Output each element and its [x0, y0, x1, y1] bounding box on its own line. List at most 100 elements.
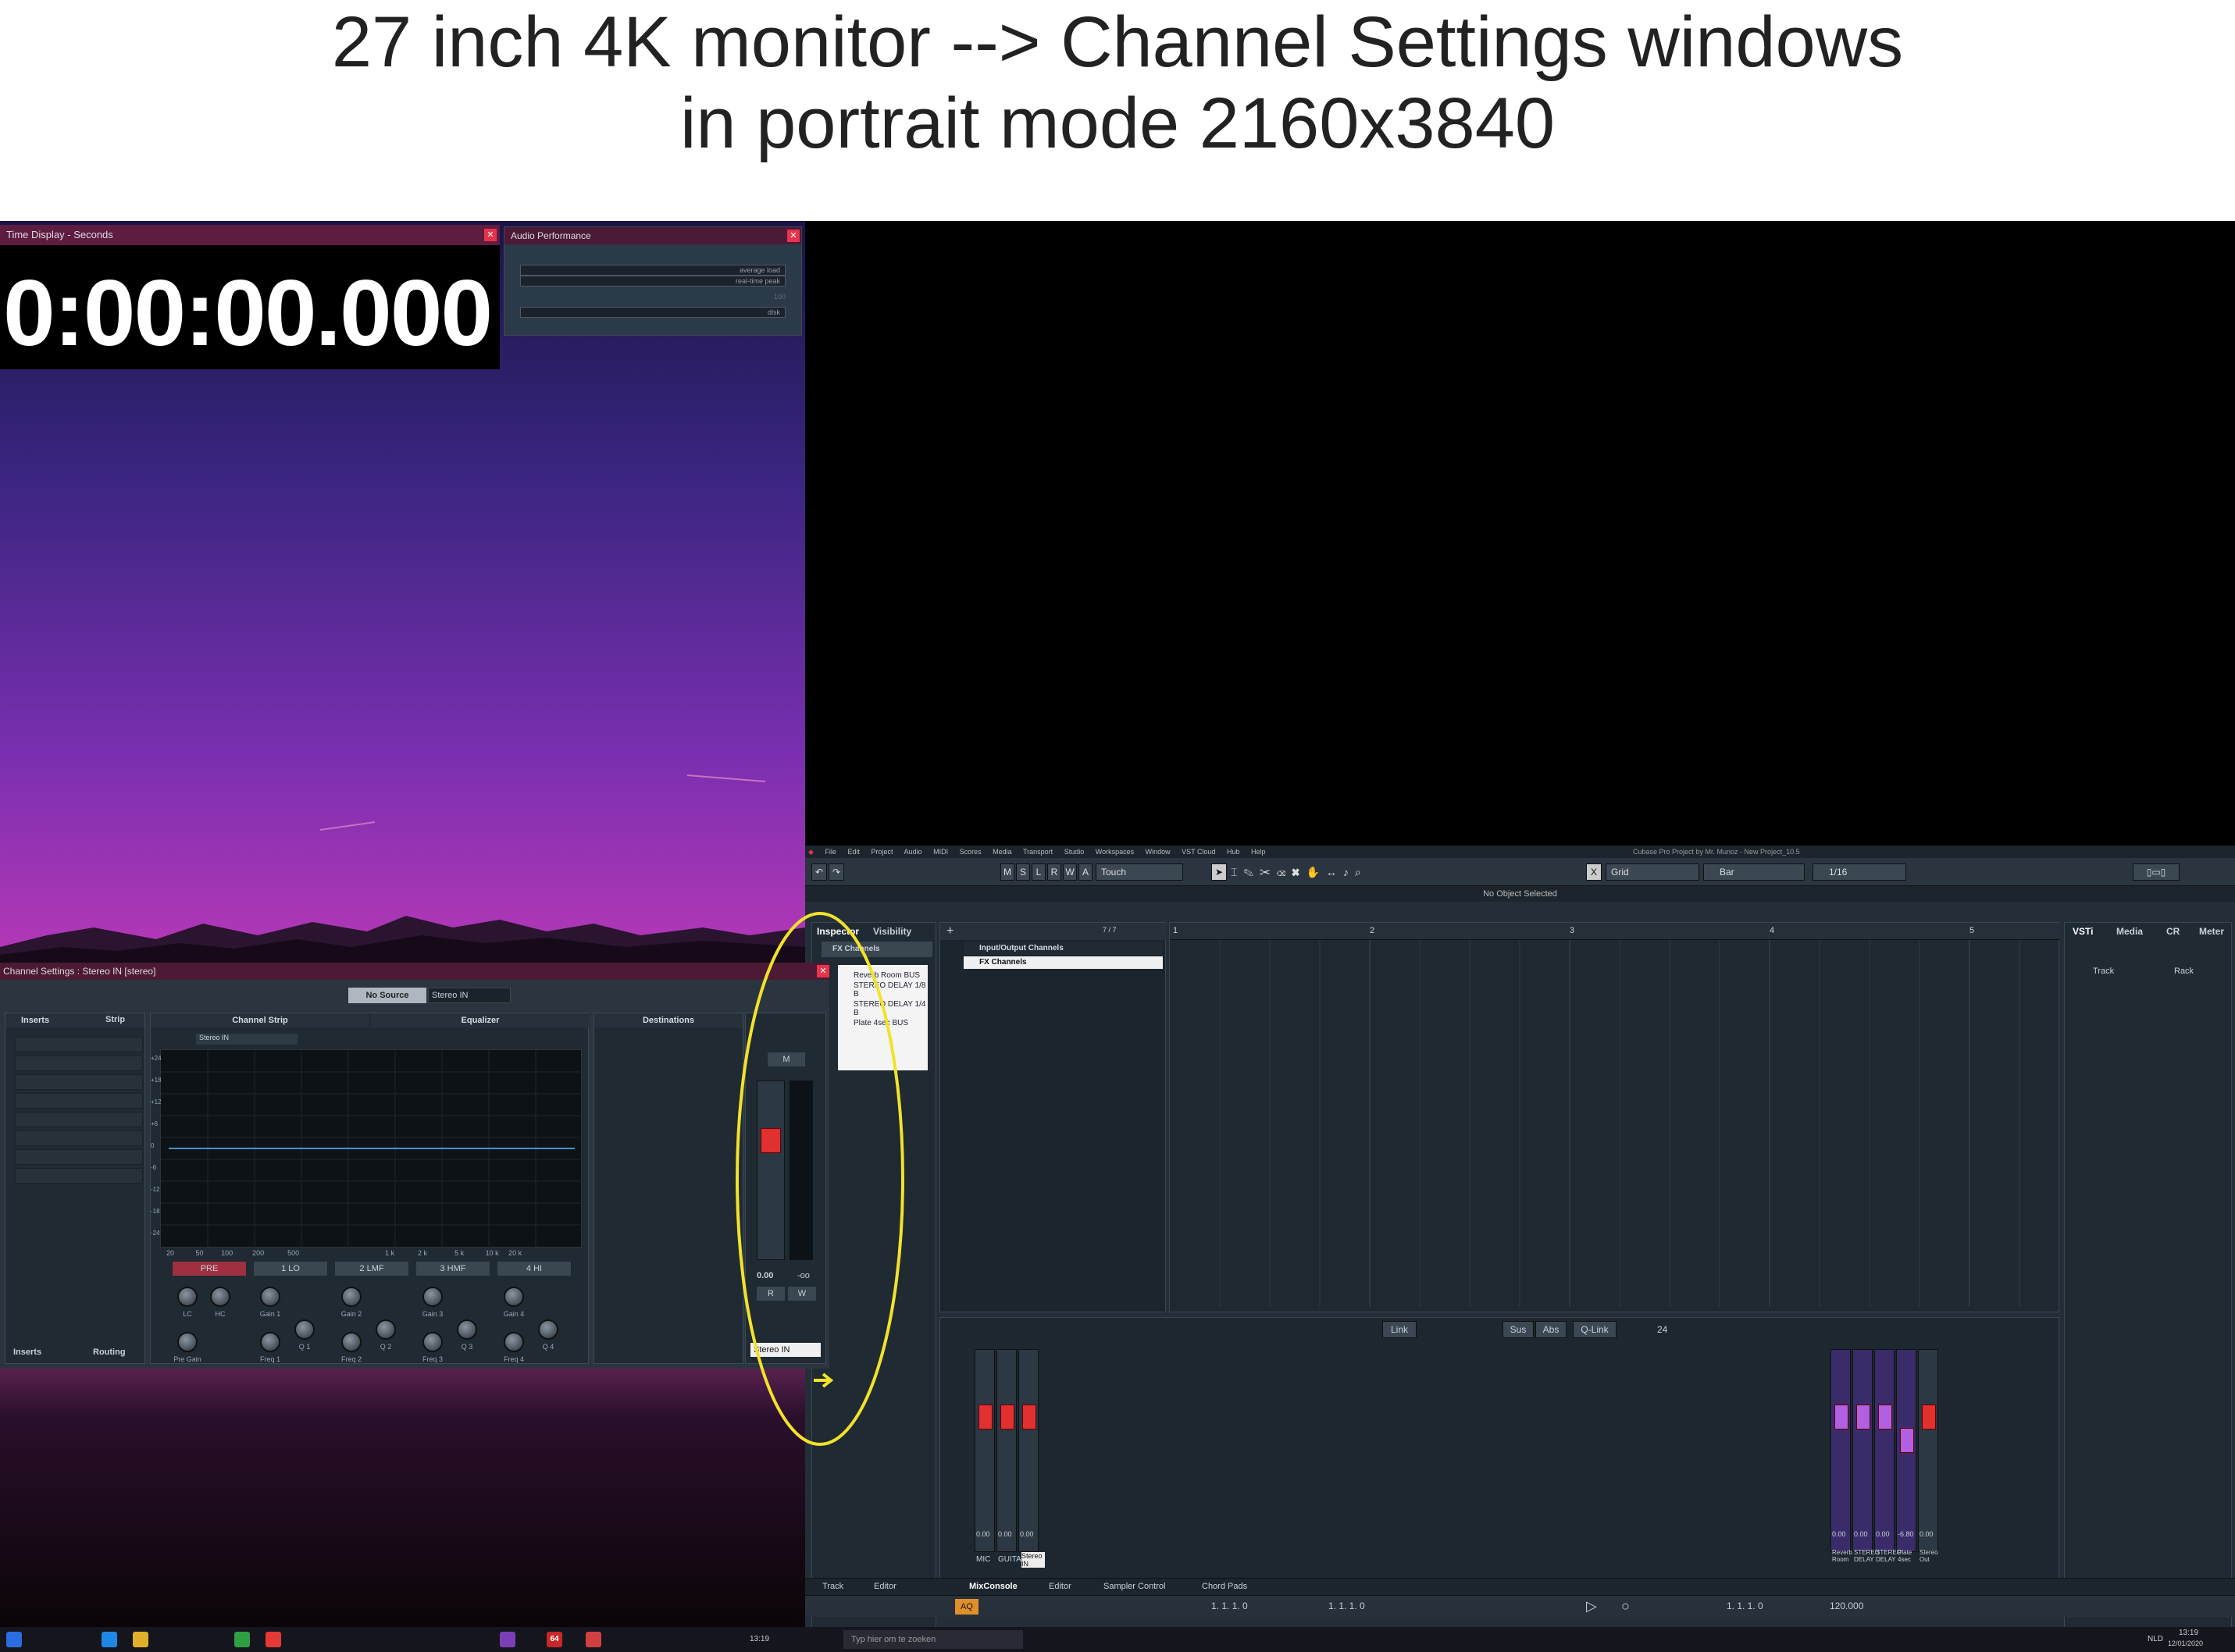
insert-slot[interactable] — [15, 1056, 143, 1071]
track-input-output[interactable]: Input/Output Channels — [964, 942, 1163, 955]
solo-button[interactable]: S — [1016, 863, 1030, 881]
gain-3-knob[interactable] — [422, 1287, 443, 1307]
no-source-button[interactable]: No Source — [348, 988, 426, 1003]
tab-sampler-control[interactable]: Sampler Control — [1103, 1582, 1165, 1591]
insert-slot[interactable] — [15, 1149, 143, 1165]
grid-type-select[interactable]: Grid — [1606, 863, 1699, 881]
primary-time-display[interactable]: 1. 1. 1. 0 — [1727, 1600, 1763, 1611]
write-button[interactable]: W — [1063, 863, 1077, 881]
track-fx-channels[interactable]: FX Channels — [964, 956, 1163, 969]
snap-icon[interactable]: X — [1586, 863, 1602, 881]
channel-strip-stereo-out[interactable] — [1918, 1349, 1938, 1552]
tempo-display[interactable]: 120.000 — [1830, 1600, 1863, 1611]
band-1-lo[interactable]: 1 LO — [254, 1262, 327, 1276]
channel-strip-header[interactable]: Channel Strip — [151, 1013, 369, 1027]
object-select-icon[interactable]: ➤ — [1211, 863, 1227, 881]
menu-studio[interactable]: Studio — [1064, 848, 1085, 856]
fader-handle[interactable] — [1878, 1405, 1892, 1429]
undo-icon[interactable]: ↶ — [811, 863, 827, 881]
grid-value-select[interactable]: Bar — [1703, 863, 1805, 881]
channel-strip-stereo-in[interactable] — [1018, 1349, 1039, 1552]
destinations-header[interactable]: Destinations — [594, 1013, 743, 1027]
menu-hub[interactable]: Hub — [1227, 848, 1240, 856]
automation-button[interactable]: A — [1078, 863, 1093, 881]
channel-strip-stereo-delay-2[interactable] — [1874, 1349, 1895, 1552]
q-2-knob[interactable] — [376, 1319, 396, 1340]
pre-band-button[interactable]: PRE — [173, 1262, 246, 1276]
app-64-icon[interactable]: 64 — [547, 1632, 562, 1647]
close-icon[interactable]: ✕ — [787, 230, 800, 242]
tab-routing-bottom[interactable]: Routing — [93, 1348, 126, 1357]
tab-mixconsole[interactable]: MixConsole — [969, 1582, 1018, 1591]
gain-1-knob[interactable] — [260, 1287, 280, 1307]
taskbar-search[interactable]: Typ hier om te zoeken — [843, 1630, 1023, 1649]
insert-slot[interactable] — [15, 1037, 143, 1052]
close-icon[interactable]: ✕ — [484, 229, 497, 241]
quantize-select[interactable]: 1/16 — [1813, 863, 1906, 881]
eq-curve-display[interactable] — [160, 1049, 583, 1248]
project-arrange-area[interactable]: 1 2 3 4 5 — [1169, 922, 2060, 1312]
q-1-knob[interactable] — [294, 1319, 315, 1340]
insert-slot[interactable] — [15, 1130, 143, 1146]
menu-midi[interactable]: MIDI — [933, 848, 948, 856]
link-button[interactable]: Link — [1382, 1321, 1417, 1338]
fader-handle[interactable] — [1834, 1405, 1848, 1429]
tab-inserts-bottom[interactable]: Inserts — [13, 1348, 41, 1357]
play-icon[interactable]: ▷ — [1586, 1598, 1597, 1615]
channel-strip-stereo-delay-1[interactable] — [1852, 1349, 1873, 1552]
edge-icon[interactable] — [102, 1632, 117, 1647]
tab-meter[interactable]: Meter — [2199, 926, 2224, 937]
windows-start-icon[interactable] — [6, 1632, 22, 1647]
channel-strip-plate-4sec[interactable] — [1896, 1349, 1916, 1552]
freq-3-knob[interactable] — [422, 1332, 443, 1352]
rack-track-label[interactable]: Track — [2093, 967, 2114, 976]
menu-file[interactable]: File — [825, 848, 836, 856]
pre-gain-knob[interactable] — [177, 1332, 198, 1352]
channel-settings-titlebar[interactable]: Channel Settings : Stereo IN [stereo] — [0, 963, 829, 980]
q-3-knob[interactable] — [457, 1319, 477, 1340]
band-4-hi[interactable]: 4 HI — [497, 1262, 571, 1276]
insert-slot[interactable] — [15, 1168, 143, 1184]
channel-strip-reverb-room[interactable] — [1830, 1349, 1851, 1552]
freq-2-knob[interactable] — [341, 1332, 362, 1352]
redo-icon[interactable]: ↷ — [829, 863, 844, 881]
fader-handle[interactable] — [1856, 1405, 1870, 1429]
cubase-project-window[interactable]: ◆ File Edit Project Audio MIDI Scores Me… — [805, 846, 2235, 1640]
audio-performance-titlebar[interactable]: Audio Performance — [504, 227, 801, 244]
fader-handle[interactable] — [1000, 1405, 1014, 1429]
hc-knob[interactable] — [210, 1287, 230, 1307]
band-2-lmf[interactable]: 2 LMF — [335, 1262, 408, 1276]
chrome-icon[interactable] — [234, 1632, 250, 1647]
tab-editor[interactable]: Editor — [1049, 1582, 1071, 1591]
fader-handle[interactable] — [1022, 1405, 1036, 1429]
aq-button[interactable]: AQ — [955, 1599, 978, 1615]
gain-2-knob[interactable] — [341, 1287, 362, 1307]
insert-slot[interactable] — [15, 1112, 143, 1127]
time-display-titlebar[interactable]: Time Display - Seconds — [0, 225, 500, 245]
youtube-icon[interactable] — [266, 1632, 281, 1647]
gain-4-knob[interactable] — [504, 1287, 524, 1307]
menu-window[interactable]: Window — [1146, 848, 1171, 856]
layout-icons[interactable]: ▯▭▯ — [2133, 863, 2180, 881]
suspend-button[interactable]: Sus — [1502, 1321, 1534, 1338]
channel-strip-mic[interactable] — [975, 1349, 995, 1552]
q-4-knob[interactable] — [538, 1319, 558, 1340]
fader-handle[interactable] — [978, 1405, 993, 1429]
input-routing-field[interactable]: Stereo IN — [428, 988, 511, 1003]
equalizer-header[interactable]: Equalizer — [371, 1013, 590, 1027]
band-3-hmf[interactable]: 3 HMF — [416, 1262, 490, 1276]
rack-rack-label[interactable]: Rack — [2174, 967, 2194, 976]
listen-button[interactable]: L — [1032, 863, 1046, 881]
fader-handle[interactable] — [1900, 1428, 1914, 1453]
tool-icons[interactable]: ⌶✎✂⌫✖✋↔♪⌕ — [1231, 866, 1465, 880]
tab-cr[interactable]: CR — [2166, 926, 2180, 937]
menu-project[interactable]: Project — [872, 848, 893, 856]
explorer-icon[interactable] — [133, 1632, 148, 1647]
channel-settings-window[interactable]: Channel Settings : Stereo IN [stereo] ✕ … — [0, 963, 829, 1369]
menu-transport[interactable]: Transport — [1023, 848, 1053, 856]
left-locator[interactable]: 1. 1. 1. 0 — [1211, 1600, 1248, 1611]
cubase-taskbar-icon[interactable] — [586, 1632, 601, 1647]
menu-audio[interactable]: Audio — [904, 848, 922, 856]
right-locator[interactable]: 1. 1. 1. 0 — [1328, 1600, 1365, 1611]
channel-strip-guitar[interactable] — [996, 1349, 1017, 1552]
